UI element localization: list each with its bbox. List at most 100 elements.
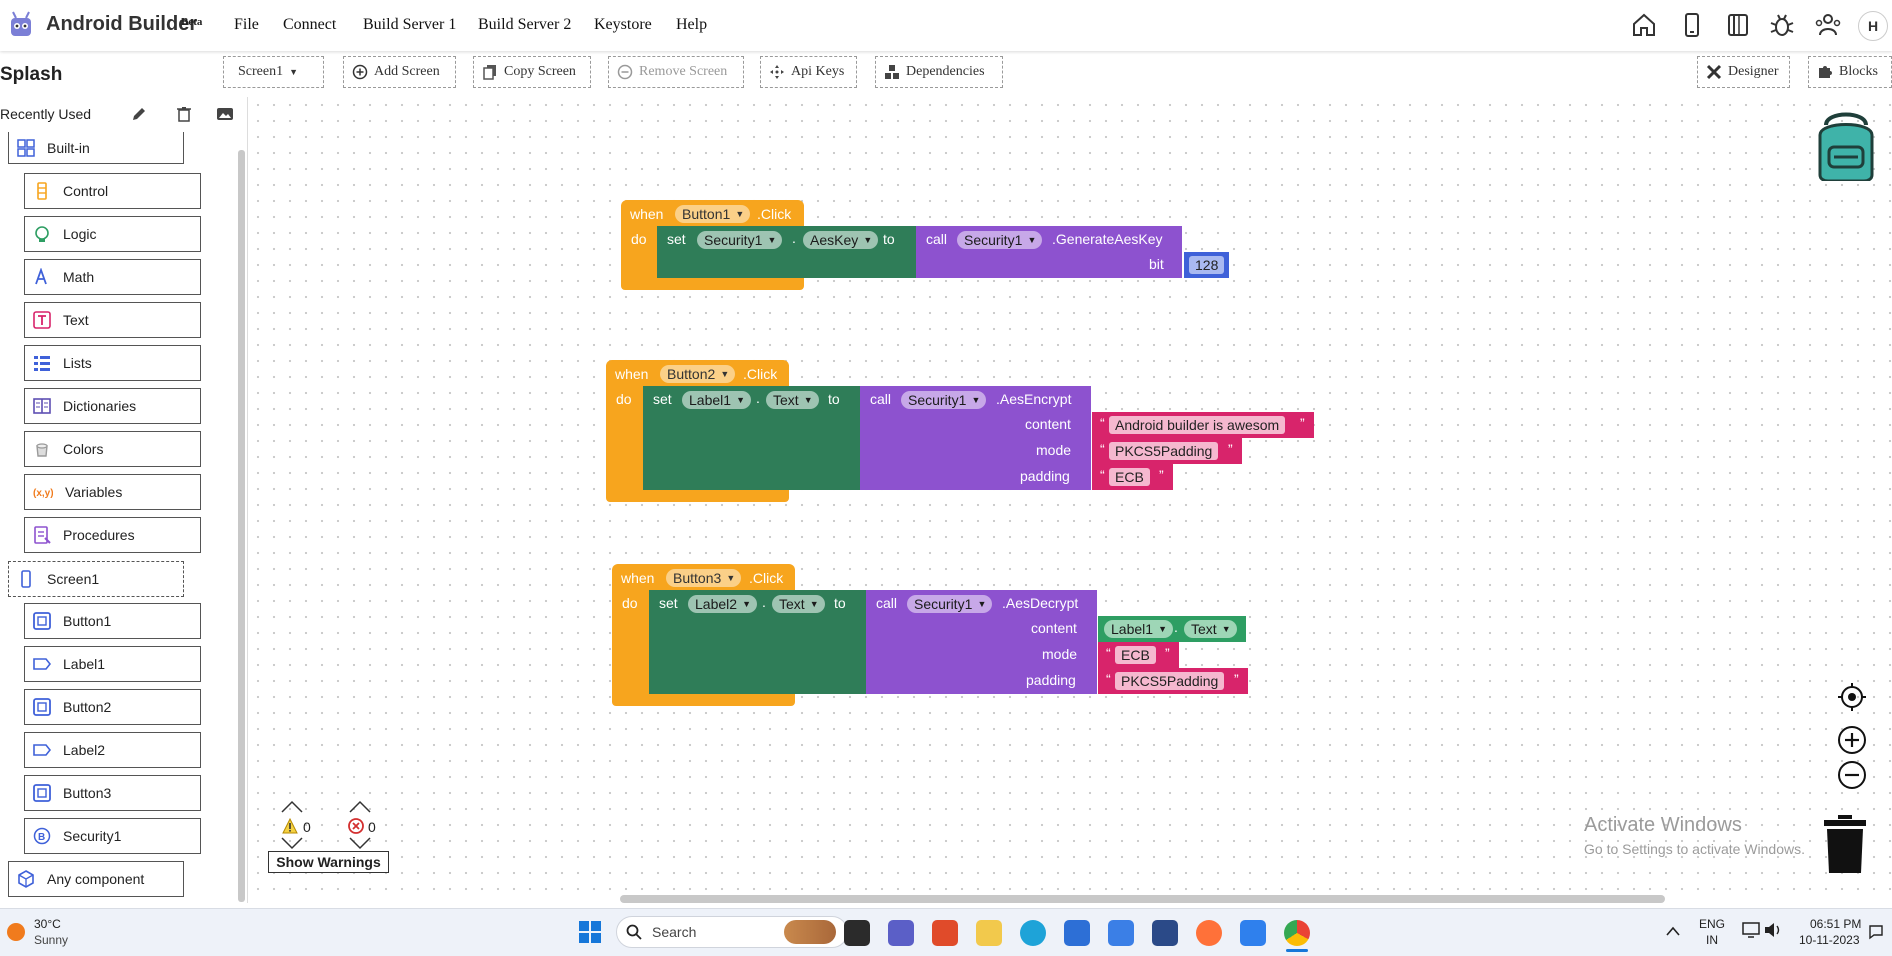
call-component-dropdown[interactable]: Security1 ▼: [901, 391, 987, 409]
text-value[interactable]: PKCS5Padding: [1109, 442, 1219, 460]
blocks-button[interactable]: Blocks: [1808, 56, 1892, 88]
copy-screen-button[interactable]: Copy Screen: [473, 56, 591, 88]
recenter-icon[interactable]: [1837, 682, 1867, 712]
call-component-dropdown[interactable]: Security1 ▼: [907, 595, 993, 613]
event-component-dropdown[interactable]: Button2 ▼: [660, 365, 736, 383]
drawer-text[interactable]: Text: [24, 302, 201, 338]
drawer-colors[interactable]: Colors: [24, 431, 201, 467]
zoom-out-icon[interactable]: [1837, 760, 1867, 790]
drawer-procedures[interactable]: Procedures: [24, 517, 201, 553]
number-value[interactable]: 128: [1189, 256, 1225, 274]
error-prev-arrow-icon[interactable]: [349, 800, 371, 814]
file-explorer-icon[interactable]: [976, 920, 1002, 946]
workspace-horizontal-scrollbar[interactable]: [620, 895, 1665, 903]
call-component-dropdown[interactable]: Security1 ▼: [957, 231, 1043, 249]
set-block-label1-text[interactable]: set Label1 ▼ . Text ▼ to: [643, 386, 861, 490]
remove-screen-button[interactable]: Remove Screen: [608, 56, 744, 88]
edge-icon[interactable]: [1020, 920, 1046, 946]
set-component-dropdown[interactable]: Label1 ▼: [682, 391, 752, 409]
clock-time[interactable]: 06:51 PM: [1810, 917, 1861, 931]
drawer-control[interactable]: Control: [24, 173, 201, 209]
chrome-icon[interactable]: [1284, 920, 1310, 946]
component-button3[interactable]: Button3: [24, 775, 201, 811]
getter-component-dropdown[interactable]: Label1 ▼: [1104, 620, 1174, 638]
app-blue-icon[interactable]: [1240, 920, 1266, 946]
book-icon[interactable]: [1725, 12, 1751, 38]
blocks-workspace[interactable]: [250, 97, 1892, 903]
menu-file[interactable]: File: [234, 16, 259, 34]
windows-start-icon[interactable]: [578, 920, 602, 944]
menu-keystore[interactable]: Keystore: [594, 16, 652, 34]
users-icon[interactable]: [1815, 12, 1841, 38]
home-icon[interactable]: [1631, 12, 1657, 38]
error-next-arrow-icon[interactable]: [349, 836, 371, 850]
drawer-lists[interactable]: Lists: [24, 345, 201, 381]
drawer-dictionaries[interactable]: Dictionaries: [24, 388, 201, 424]
text-block-mode[interactable]: “ PKCS5Padding ”: [1092, 438, 1242, 464]
notification-icon[interactable]: [1868, 924, 1884, 940]
component-button1[interactable]: Button1: [24, 603, 201, 639]
language-code[interactable]: ENG: [1699, 917, 1725, 931]
set-block-label2-text[interactable]: set Label2 ▼ . Text ▼ to: [649, 590, 867, 694]
monitor-icon[interactable]: [1742, 922, 1760, 938]
firefox-icon[interactable]: [1196, 920, 1222, 946]
media-icon[interactable]: [1152, 920, 1178, 946]
component-label1[interactable]: Label1: [24, 646, 201, 682]
text-block-content[interactable]: “ Android builder is awesom ”: [1092, 412, 1314, 438]
set-component-dropdown[interactable]: Security1 ▼: [697, 231, 783, 249]
menu-help[interactable]: Help: [676, 16, 707, 34]
drawer-logic[interactable]: Logic: [24, 216, 201, 252]
text-block-mode[interactable]: “ ECB ”: [1098, 642, 1179, 668]
set-property-dropdown[interactable]: Text ▼: [766, 391, 819, 409]
call-block-aesencrypt[interactable]: call Security1 ▼ .AesEncrypt content mode…: [860, 386, 1091, 490]
event-component-dropdown[interactable]: Button3 ▼: [666, 569, 742, 587]
menu-connect[interactable]: Connect: [283, 16, 336, 34]
menu-build-server-1[interactable]: Build Server 1: [363, 16, 456, 34]
trash-icon[interactable]: [176, 106, 192, 122]
set-property-dropdown[interactable]: Text ▼: [772, 595, 825, 613]
phone-icon[interactable]: [1679, 12, 1705, 38]
pencil-icon[interactable]: [131, 106, 147, 122]
chevron-up-icon[interactable]: [1666, 926, 1680, 936]
tree-screen1[interactable]: Screen1: [8, 561, 184, 597]
drawer-math[interactable]: Math: [24, 259, 201, 295]
component-button2[interactable]: Button2: [24, 689, 201, 725]
component-security1[interactable]: B Security1: [24, 818, 201, 854]
drawer-variables[interactable]: (x,y) Variables: [24, 474, 201, 510]
getter-block-label1-text[interactable]: Label1 ▼ . Text ▼: [1098, 616, 1246, 642]
text-value[interactable]: Android builder is awesom: [1109, 416, 1286, 434]
show-warnings-button[interactable]: Show Warnings: [268, 851, 389, 873]
set-property-dropdown[interactable]: AesKey ▼: [803, 231, 879, 249]
add-screen-button[interactable]: Add Screen: [343, 56, 456, 88]
screen-select[interactable]: Screen1 ▼: [223, 56, 324, 88]
teams-icon[interactable]: [888, 920, 914, 946]
event-component-dropdown[interactable]: Button1 ▼: [675, 205, 751, 223]
text-block-padding[interactable]: “ PKCS5Padding ”: [1098, 668, 1248, 694]
call-block-aesdecrypt[interactable]: call Security1 ▼ .AesDecrypt content mode…: [866, 590, 1097, 694]
dependencies-button[interactable]: Dependencies: [875, 56, 1003, 88]
sidebar-scrollbar[interactable]: [238, 150, 245, 902]
sun-weather-icon[interactable]: [6, 922, 26, 942]
bug-icon[interactable]: [1769, 12, 1795, 38]
call-block-generateaeskey[interactable]: call Security1 ▼ .GenerateAesKey bit: [916, 226, 1182, 278]
user-avatar[interactable]: H: [1858, 11, 1888, 41]
component-label2[interactable]: Label2: [24, 732, 201, 768]
image-icon[interactable]: [216, 106, 234, 122]
text-block-padding[interactable]: “ ECB ”: [1092, 464, 1173, 490]
warning-prev-arrow-icon[interactable]: [281, 800, 303, 814]
number-block[interactable]: 128: [1184, 252, 1229, 278]
warning-next-arrow-icon[interactable]: [281, 836, 303, 850]
store-icon[interactable]: [1064, 920, 1090, 946]
tree-builtin[interactable]: Built-in: [8, 132, 184, 164]
menu-build-server-2[interactable]: Build Server 2: [478, 16, 571, 34]
app-red-icon[interactable]: [932, 920, 958, 946]
designer-button[interactable]: Designer: [1697, 56, 1790, 88]
api-keys-button[interactable]: Api Keys: [760, 56, 857, 88]
volume-icon[interactable]: [1764, 922, 1782, 938]
backpack-icon[interactable]: [1812, 107, 1880, 181]
set-block-security1-aeskey[interactable]: set Security1 ▼ . AesKey ▼ to: [657, 226, 917, 278]
tree-any-component[interactable]: Any component: [8, 861, 184, 897]
getter-property-dropdown[interactable]: Text ▼: [1184, 620, 1237, 638]
text-value[interactable]: ECB: [1115, 646, 1156, 664]
set-component-dropdown[interactable]: Label2 ▼: [688, 595, 758, 613]
